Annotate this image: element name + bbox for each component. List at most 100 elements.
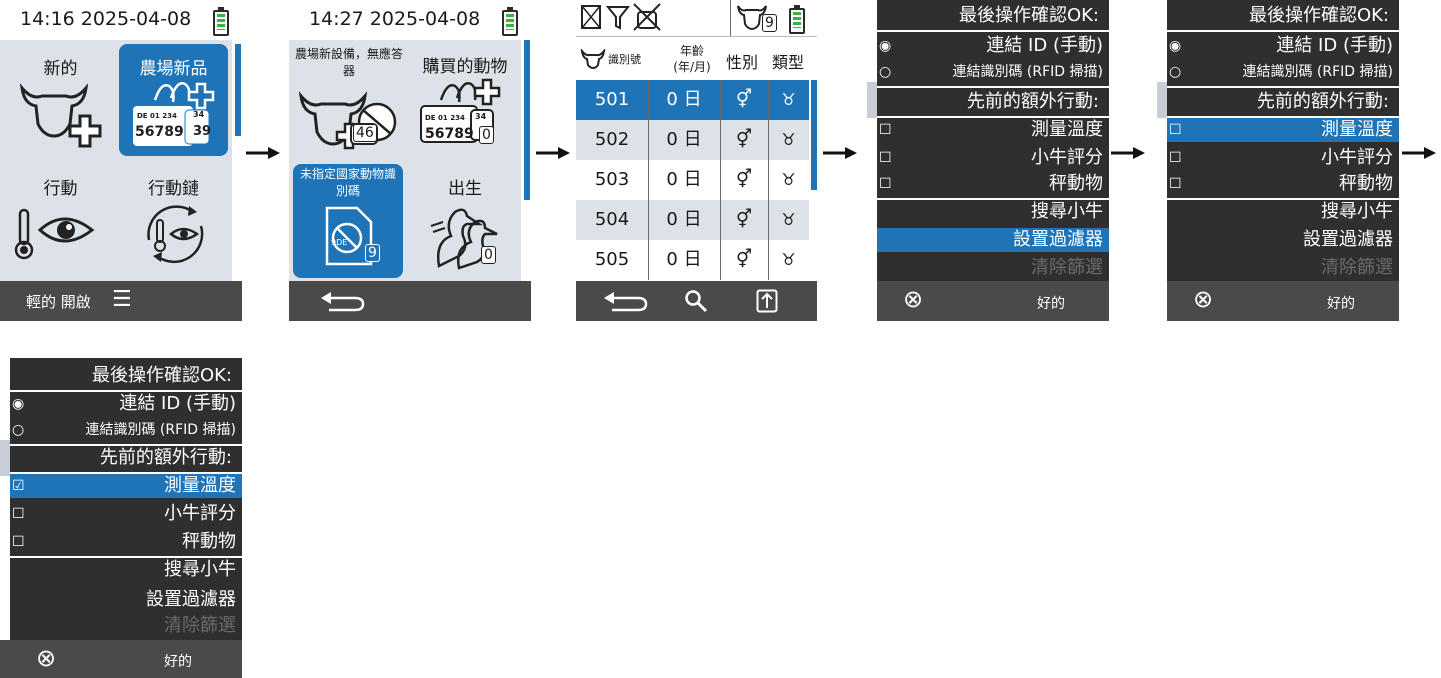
tile-no-transponder[interactable]: 農場新設備，無應答器 46 (291, 42, 407, 158)
filter-icon[interactable] (606, 4, 630, 30)
search-calf-label: 搜尋小牛 (1321, 201, 1393, 222)
option-link-manual[interactable]: ◉ 連結 ID (手動) (10, 392, 242, 416)
option-link-rfid-label: 連結識別碼 (RFID 掃描) (85, 422, 236, 438)
set-filter-item[interactable]: 設置過濾器 (10, 588, 242, 612)
confirm-header: 最後操作確認OK: (1167, 4, 1399, 28)
tile-action-chain[interactable]: 行動鏈 (119, 164, 228, 276)
menu-separator (1167, 30, 1399, 32)
radio-unchecked-icon: ○ (12, 422, 25, 438)
table-row[interactable]: 505 0 日 ⚥ ♉ (576, 240, 809, 280)
no-transponder-icon[interactable] (580, 4, 602, 30)
row-id: 505 (594, 249, 630, 270)
action-calf-score-label: 小牛評分 (1321, 147, 1393, 168)
tile-birth[interactable]: 出生 0 (409, 164, 521, 278)
search-calf-item[interactable]: 搜尋小牛 (1167, 200, 1399, 224)
ok-button[interactable]: 好的 (1037, 293, 1065, 313)
tag-back-2: 39 (193, 124, 212, 139)
action-measure-temp[interactable]: ☑ 測量溫度 (10, 474, 242, 498)
action-calf-score-label: 小牛評分 (164, 503, 236, 524)
option-link-manual[interactable]: ◉ 連結 ID (手動) (1167, 34, 1399, 58)
col-type-header[interactable]: 類型 (772, 49, 804, 73)
option-link-manual[interactable]: ◉ 連結 ID (手動) (877, 34, 1109, 58)
column-divider (648, 80, 649, 280)
action-measure-temp[interactable]: ☐ 測量溫度 (1167, 118, 1399, 142)
sex-mixed-icon: ⚥ (735, 129, 753, 150)
action-weigh[interactable]: ☐ 秤動物 (10, 530, 242, 554)
confirm-header: 最後操作確認OK: (877, 4, 1109, 28)
search-icon[interactable] (684, 289, 708, 313)
status-bar: 14:27 2025-04-08 (289, 0, 531, 40)
option-link-rfid[interactable]: ○ 連結識別碼 (RFID 掃描) (10, 418, 242, 442)
tile-action-chain-label: 行動鏈 (148, 179, 199, 199)
bottom-bar: ⊗ 好的 (877, 281, 1109, 321)
clear-filter-item: 清除篩選 (10, 614, 242, 638)
radio-checked-icon: ◉ (879, 38, 892, 54)
col-sex-header[interactable]: 性別 (726, 49, 758, 73)
col-age-header[interactable]: 年齡 (年/月) (660, 43, 724, 75)
tag-back-1: 34 (193, 110, 205, 119)
menu-separator (877, 30, 1109, 32)
tag-number-2: 56789 (425, 126, 474, 142)
tile-purchased[interactable]: 購買的動物 DE 01 234 56789 34 0 (409, 42, 521, 158)
tile-action-label: 行動 (43, 179, 78, 199)
circle-text: 9DE (331, 238, 348, 247)
sex-mixed-icon: ⚥ (735, 249, 753, 270)
background-ghost (1157, 82, 1167, 118)
search-calf-item[interactable]: 搜尋小牛 (877, 200, 1109, 224)
action-weigh[interactable]: ☐ 秤動物 (877, 172, 1109, 196)
tile-new[interactable]: 新的 (8, 44, 113, 156)
cancel-icon[interactable]: ⊗ (1193, 285, 1213, 313)
cow-head-icon (580, 49, 606, 69)
cancel-icon[interactable]: ⊗ (36, 644, 56, 672)
set-filter-item[interactable]: 設置過濾器 (877, 228, 1109, 252)
crossed-tag-icon[interactable] (632, 2, 662, 32)
table-row[interactable]: 504 0 日 ⚥ ♉ (576, 200, 809, 240)
back-arrow-icon[interactable] (602, 290, 650, 312)
table-row[interactable]: 503 0 日 ⚥ ♉ (576, 160, 809, 200)
tile-new-label: 新的 (43, 59, 78, 79)
tile-action[interactable]: 行動 (8, 164, 113, 276)
scroll-indicator (811, 80, 817, 190)
tile-unassigned-id[interactable]: 未指定國家動物識別碼 9DE 9 (293, 164, 403, 278)
action-calf-score[interactable]: ☐ 小牛評分 (10, 502, 242, 526)
arrow-right-icon (823, 147, 857, 159)
ok-button[interactable]: 好的 (164, 651, 192, 671)
table-row[interactable]: 501 0 日 ⚥ ♉ (576, 80, 809, 120)
radio-unchecked-icon: ○ (879, 64, 892, 80)
cow-type-icon: ♉ (781, 210, 796, 229)
action-weigh[interactable]: ☐ 秤動物 (1167, 172, 1399, 196)
arrow-right-icon (1111, 147, 1145, 159)
set-filter-item[interactable]: 設置過濾器 (1167, 228, 1399, 252)
table-row[interactable]: 502 0 日 ⚥ ♉ (576, 120, 809, 160)
col-id-header[interactable]: 識別號 (608, 51, 641, 67)
clear-filter-label: 清除篩選 (1031, 257, 1103, 278)
cancel-icon[interactable]: ⊗ (903, 285, 923, 313)
action-calf-score[interactable]: ☐ 小牛評分 (877, 146, 1109, 170)
badge-count: 0 (479, 126, 494, 144)
search-calf-item[interactable]: 搜尋小牛 (10, 558, 242, 582)
option-link-rfid-label: 連結識別碼 (RFID 掃描) (1242, 64, 1393, 80)
action-calf-score-label: 小牛評分 (1031, 147, 1103, 168)
checkbox-icon: ☐ (12, 506, 25, 522)
option-link-rfid[interactable]: ○ 連結識別碼 (RFID 掃描) (877, 60, 1109, 84)
screen-action-menu: 最後操作確認OK: ◉ 連結 ID (手動) ○ 連結識別碼 (RFID 掃描) 先… (867, 0, 1109, 321)
action-calf-score[interactable]: ☐ 小牛評分 (1167, 146, 1399, 170)
section-header: 先前的額外行動: (1167, 90, 1399, 114)
back-arrow-icon[interactable] (319, 290, 367, 312)
list-toolbar: 9 (576, 0, 817, 36)
action-measure-temp[interactable]: ☐ 測量溫度 (877, 118, 1109, 142)
tile-farm-new[interactable]: 農場新品 DE 01 234 56789 34 39 (119, 44, 228, 156)
upload-icon[interactable] (756, 289, 778, 313)
row-id: 501 (594, 89, 630, 110)
screen-main-menu: 14:16 2025-04-08 新的 農場新品 DE 01 234 56789… (0, 0, 242, 321)
cow-type-icon: ♉ (781, 90, 796, 109)
tag-number-1: DE 01 234 (425, 114, 465, 122)
ok-button[interactable]: 好的 (1327, 293, 1355, 313)
screen-action-menu: 最後操作確認OK: ◉ 連結 ID (手動) ○ 連結識別碼 (RFID 掃描) 先… (1157, 0, 1399, 321)
menu-icon[interactable]: ☰ (112, 287, 132, 312)
clock: 14:27 2025-04-08 (309, 8, 481, 30)
arrow-right-icon (246, 147, 280, 159)
option-link-rfid[interactable]: ○ 連結識別碼 (RFID 掃描) (1167, 60, 1399, 84)
light-on-label[interactable]: 輕的 開啟 (26, 291, 91, 312)
background-ghost (0, 440, 10, 476)
